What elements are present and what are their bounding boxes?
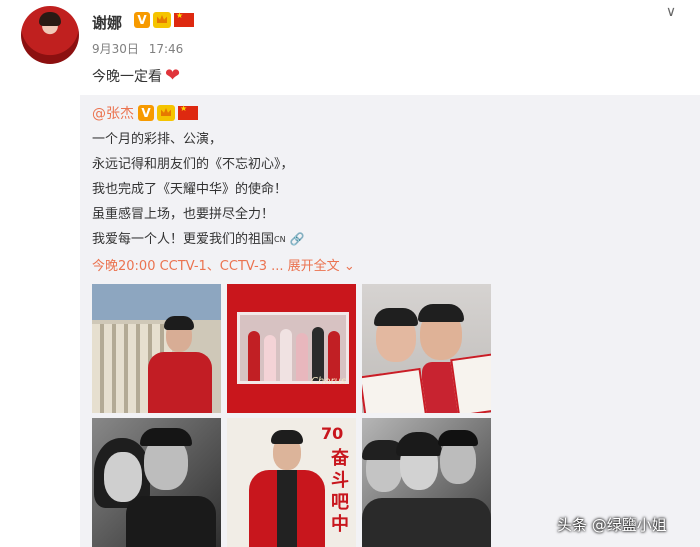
heart-icon: ❤ — [165, 65, 181, 86]
post-time[interactable]: 17:46 — [149, 42, 184, 56]
chevron-down-icon[interactable]: ∨ — [661, 4, 681, 20]
preview-text: 今晚20:00 CCTV-1、CCTV-3 ... — [92, 259, 284, 274]
repost-line-last: 我爱每一个人！更爱我们的祖国CN 🔗 — [92, 228, 305, 247]
repost-line: 我也完成了《天耀中华》的使命！ — [92, 182, 288, 197]
post-meta: 9月30日 17:46 — [92, 40, 183, 57]
poster-number: 70 — [321, 424, 344, 443]
image-thumbnail-4[interactable] — [92, 418, 221, 547]
post-date[interactable]: 9月30日 — [92, 42, 139, 56]
repost-card: @张杰 V 一个月的彩排、公演， 永远记得和朋友们的《不忘初心》， 我也完成了《… — [80, 95, 700, 547]
user-badges: V — [134, 11, 194, 28]
repost-username[interactable]: @张杰 — [92, 103, 134, 123]
repost-line: 虽重感冒上场，也要拼尽全力！ — [92, 207, 275, 222]
signature-mark: Chorus — [311, 376, 347, 387]
weibo-post: 谢娜 V 9月30日 17:46 ∨ 今晚一定看 ❤ @张杰 V 一个月的彩排、… — [0, 0, 700, 547]
repost-line: 一个月的彩排、公演， — [92, 132, 223, 147]
chevron-down-icon: ⌄ — [343, 259, 355, 274]
china-flag-icon — [174, 11, 194, 27]
image-thumbnail-1[interactable] — [92, 284, 221, 413]
watermark: 头条 @绿鹽小姐 — [557, 516, 667, 534]
repost-preview: 今晚20:00 CCTV-1、CCTV-3 ... 展开全文 ⌄ — [92, 255, 355, 274]
verified-v-icon: V — [134, 12, 150, 28]
avatar[interactable] — [21, 6, 79, 64]
china-flag-icon — [178, 104, 198, 120]
crown-icon — [153, 12, 171, 28]
expand-button[interactable]: 展开全文 ⌄ — [288, 259, 355, 274]
post-username[interactable]: 谢娜 — [92, 12, 122, 33]
image-thumbnail-5[interactable]: 70 奋斗吧中 — [227, 418, 356, 547]
crown-icon — [157, 105, 175, 121]
link-icon[interactable]: 🔗 — [290, 232, 305, 246]
post-text: 今晚一定看 ❤ — [92, 66, 180, 86]
expand-label[interactable]: 展开全文 — [288, 259, 340, 274]
image-thumbnail-2[interactable]: Chorus — [227, 284, 356, 413]
post-text-content: 今晚一定看 — [92, 69, 162, 85]
link-badge[interactable]: CN — [274, 235, 286, 244]
image-thumbnail-6[interactable] — [362, 418, 491, 547]
poster-vertical-text: 奋斗吧中 — [331, 448, 349, 535]
verified-v-icon: V — [138, 105, 154, 121]
repost-line-text: 我爱每一个人！更爱我们的祖国 — [92, 232, 275, 247]
repost-user: @张杰 V — [92, 103, 198, 123]
image-thumbnail-3[interactable] — [362, 284, 491, 413]
image-grid: Chorus 70 奋斗吧中 — [92, 284, 491, 547]
repost-line: 永远记得和朋友们的《不忘初心》， — [92, 157, 294, 172]
repost-user-badges: V — [138, 104, 198, 121]
